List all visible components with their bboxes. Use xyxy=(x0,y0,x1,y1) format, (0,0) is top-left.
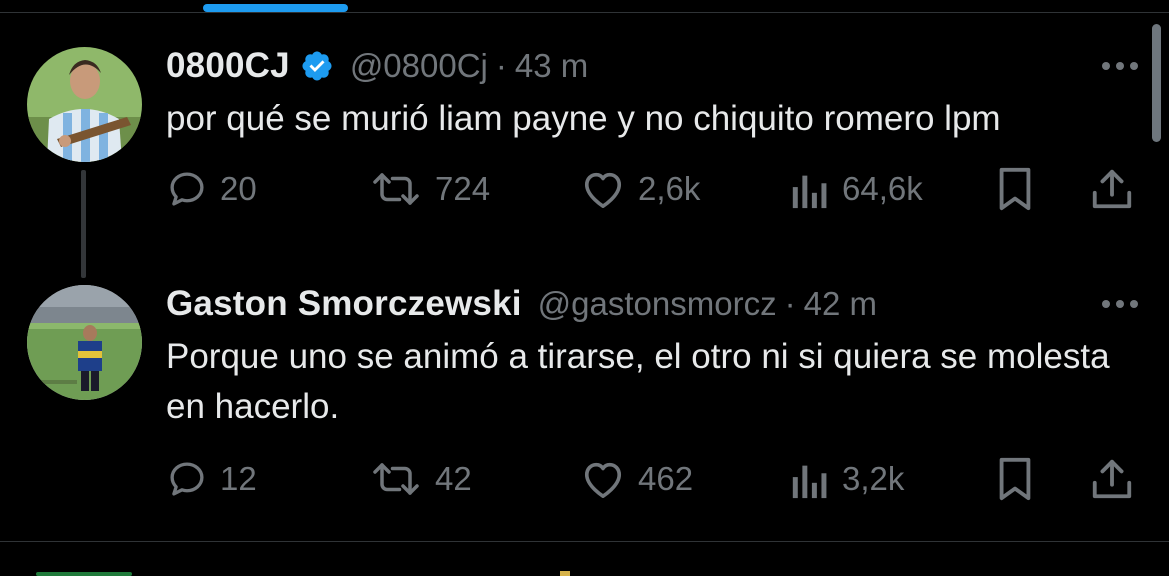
top-divider xyxy=(0,12,1169,13)
reply-icon xyxy=(170,172,204,206)
timestamp[interactable]: 43 m xyxy=(515,47,588,85)
bookmark-button[interactable] xyxy=(995,454,1035,504)
bookmark-button[interactable] xyxy=(995,164,1035,214)
separator-dot: · xyxy=(495,47,507,84)
like-button[interactable]: 462 xyxy=(580,454,693,504)
author-name[interactable]: 0800CJ xyxy=(166,46,290,86)
author-handle[interactable]: @gastonsmorcz xyxy=(538,285,777,323)
tweet-text: por qué se murió liam payne y no chiquit… xyxy=(166,99,1001,138)
verified-badge-icon xyxy=(300,49,334,83)
reply-button[interactable]: 20 xyxy=(166,164,257,214)
tweet-actions: 12 42 462 3,2k xyxy=(0,454,1169,504)
views-icon xyxy=(792,175,827,209)
heart-icon xyxy=(584,462,622,498)
reply-count: 20 xyxy=(220,170,257,207)
like-count: 462 xyxy=(638,460,694,497)
tweet-header: Gaston Smorczewski @gastonsmorcz · 42 m xyxy=(166,282,877,326)
heart-icon xyxy=(584,172,622,208)
bookmark-icon xyxy=(999,167,1031,211)
avatar[interactable] xyxy=(27,47,142,162)
tweet-header: 0800CJ @0800Cj · 43 m xyxy=(166,44,588,88)
next-tweet-peek xyxy=(560,571,570,576)
author-name[interactable]: Gaston Smorczewski xyxy=(166,284,522,324)
thread-line xyxy=(81,170,86,278)
separator-dot: · xyxy=(784,285,796,322)
bottom-divider xyxy=(0,541,1169,542)
more-icon[interactable] xyxy=(1102,56,1138,76)
share-icon xyxy=(1092,459,1132,499)
bookmark-icon xyxy=(999,457,1031,501)
views-count: 3,2k xyxy=(842,460,905,497)
avatar[interactable] xyxy=(27,285,142,400)
tweet-actions: 20 724 2,6k 64,6k xyxy=(0,164,1169,214)
like-count: 2,6k xyxy=(638,170,701,207)
reply-count: 12 xyxy=(220,460,257,497)
author-handle[interactable]: @0800Cj xyxy=(350,47,488,85)
retweet-icon xyxy=(373,173,419,205)
share-button[interactable] xyxy=(1089,454,1135,504)
like-button[interactable]: 2,6k xyxy=(580,164,700,214)
retweet-icon xyxy=(373,463,419,495)
views-button[interactable]: 64,6k xyxy=(790,164,923,214)
reply-button[interactable]: 12 xyxy=(166,454,257,504)
views-count: 64,6k xyxy=(842,170,923,207)
tab-indicator xyxy=(203,4,348,12)
next-tweet-peek xyxy=(36,572,132,576)
reply-icon xyxy=(170,462,204,496)
share-icon xyxy=(1092,169,1132,209)
more-icon[interactable] xyxy=(1102,294,1138,314)
scrollbar[interactable] xyxy=(1152,24,1161,142)
retweet-button[interactable]: 724 xyxy=(369,164,490,214)
retweet-button[interactable]: 42 xyxy=(369,454,472,504)
views-button[interactable]: 3,2k xyxy=(790,454,904,504)
views-icon xyxy=(792,465,827,499)
share-button[interactable] xyxy=(1089,164,1135,214)
retweet-count: 42 xyxy=(435,460,472,497)
tweet-text: Porque uno se animó a tirarse, el otro n… xyxy=(166,337,1110,426)
retweet-count: 724 xyxy=(435,170,491,207)
timestamp[interactable]: 42 m xyxy=(804,285,877,323)
